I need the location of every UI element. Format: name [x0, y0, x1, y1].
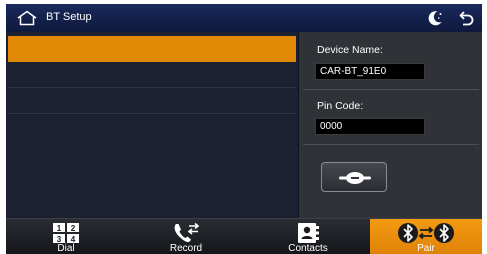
device-list-row[interactable] — [8, 88, 296, 114]
device-list-row-selected[interactable] — [8, 36, 296, 62]
tab-dial-label: Dial — [57, 243, 75, 254]
tab-contacts[interactable]: Contacts — [246, 219, 370, 254]
device-name-label: Device Name: — [317, 44, 383, 56]
call-record-icon — [174, 222, 200, 243]
tab-pair[interactable]: Pair — [370, 219, 482, 254]
pin-code-field[interactable]: 0000 — [315, 118, 425, 135]
divider — [303, 89, 479, 90]
device-list-row[interactable] — [8, 62, 296, 88]
tab-record[interactable]: Record — [126, 219, 246, 254]
title-bar: BT Setup — [6, 4, 482, 32]
bt-setup-screen: BT Setup Device Name: CAR-BT_91E0 Pin Co… — [6, 4, 482, 254]
tab-contacts-label: Contacts — [288, 243, 328, 254]
svg-text:2: 2 — [71, 224, 76, 233]
home-icon[interactable] — [16, 10, 38, 26]
dialpad-icon: 1 2 3 4 — [53, 223, 79, 244]
svg-text:1: 1 — [57, 224, 62, 233]
device-name-field[interactable]: CAR-BT_91E0 — [315, 63, 425, 80]
tab-pair-label: Pair — [417, 243, 435, 254]
connect-button[interactable] — [321, 162, 387, 192]
tab-record-label: Record — [169, 243, 203, 254]
back-icon[interactable] — [458, 9, 476, 27]
page-title: BT Setup — [46, 11, 92, 23]
moon-icon[interactable] — [426, 9, 444, 27]
divider — [303, 144, 479, 145]
contacts-icon — [298, 223, 319, 243]
bottom-nav: 1 2 3 4 Dial Record Contacts Pair — [6, 218, 482, 254]
device-list — [6, 32, 298, 218]
bluetooth-pair-icon — [398, 223, 454, 243]
link-icon — [339, 172, 371, 184]
device-info-panel: Device Name: CAR-BT_91E0 Pin Code: 0000 — [299, 32, 482, 218]
tab-dial[interactable]: 1 2 3 4 Dial — [6, 219, 126, 254]
pin-code-label: Pin Code: — [317, 100, 364, 112]
